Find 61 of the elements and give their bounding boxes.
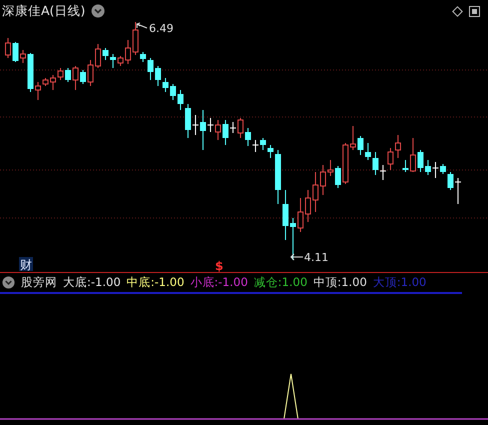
candlestick <box>328 160 334 176</box>
candlestick <box>72 66 78 90</box>
candlestick <box>50 74 56 90</box>
indicator-value: 中底:-1.00 <box>126 274 184 290</box>
candlestick <box>178 90 184 110</box>
candlestick <box>282 190 288 240</box>
candlestick <box>132 22 138 56</box>
candlestick <box>402 160 408 172</box>
candlestick <box>312 172 318 212</box>
indicator-name: 股旁网 <box>21 274 57 290</box>
dropdown-icon[interactable] <box>91 4 106 18</box>
window-icon[interactable] <box>469 6 480 16</box>
candlestick <box>28 52 34 92</box>
candlestick <box>350 126 356 150</box>
candlestick <box>5 38 11 58</box>
candlestick <box>290 218 296 260</box>
candlestick <box>418 150 424 172</box>
candlestick <box>20 50 26 64</box>
candlestick <box>80 70 86 84</box>
candlestick <box>88 60 94 86</box>
indicator-value: 小底:-1.00 <box>190 274 248 290</box>
candlestick <box>148 58 154 80</box>
candlestick <box>140 52 146 62</box>
leader-line <box>290 254 304 260</box>
candlestick <box>342 142 348 184</box>
candlestick <box>365 142 371 160</box>
candlestick <box>162 78 168 92</box>
indicator-value: 中顶:1.00 <box>313 274 367 290</box>
diamond-icon[interactable] <box>452 6 463 16</box>
candlestick <box>95 44 101 68</box>
candlestick <box>102 48 108 60</box>
candlestick <box>118 56 124 66</box>
leader-line <box>136 22 148 28</box>
event-marker[interactable]: $ <box>215 259 224 272</box>
candlestick <box>335 166 341 188</box>
indicator-value: 大顶:1.00 <box>372 274 426 290</box>
candlestick <box>320 164 326 196</box>
indicator-value: 大底:-1.00 <box>63 274 121 290</box>
high-price-label: 6.49 <box>149 22 174 35</box>
candlestick <box>35 82 41 100</box>
candlestick <box>275 150 281 204</box>
low-price-label: 4.11 <box>304 251 328 264</box>
candlestick <box>65 68 71 82</box>
indicator-value: 减仓:1.00 <box>254 274 308 290</box>
chart-title: 深康佳A(日线) <box>2 2 86 20</box>
candlestick <box>58 68 64 80</box>
candlestick <box>358 136 364 156</box>
signal-spike-line <box>284 374 298 420</box>
candlestick <box>125 40 131 64</box>
candlestick <box>395 134 401 158</box>
candlestick <box>42 78 48 86</box>
dropdown-icon[interactable] <box>2 276 15 288</box>
candlestick <box>410 138 416 172</box>
candlestick <box>110 54 116 68</box>
candlestick <box>170 84 176 100</box>
candlestick <box>268 144 274 158</box>
candlestick <box>12 42 18 62</box>
candlestick <box>305 190 311 222</box>
candlestick <box>155 66 161 86</box>
candlestick <box>298 198 304 232</box>
finance-marker[interactable]: 财 <box>19 257 33 272</box>
